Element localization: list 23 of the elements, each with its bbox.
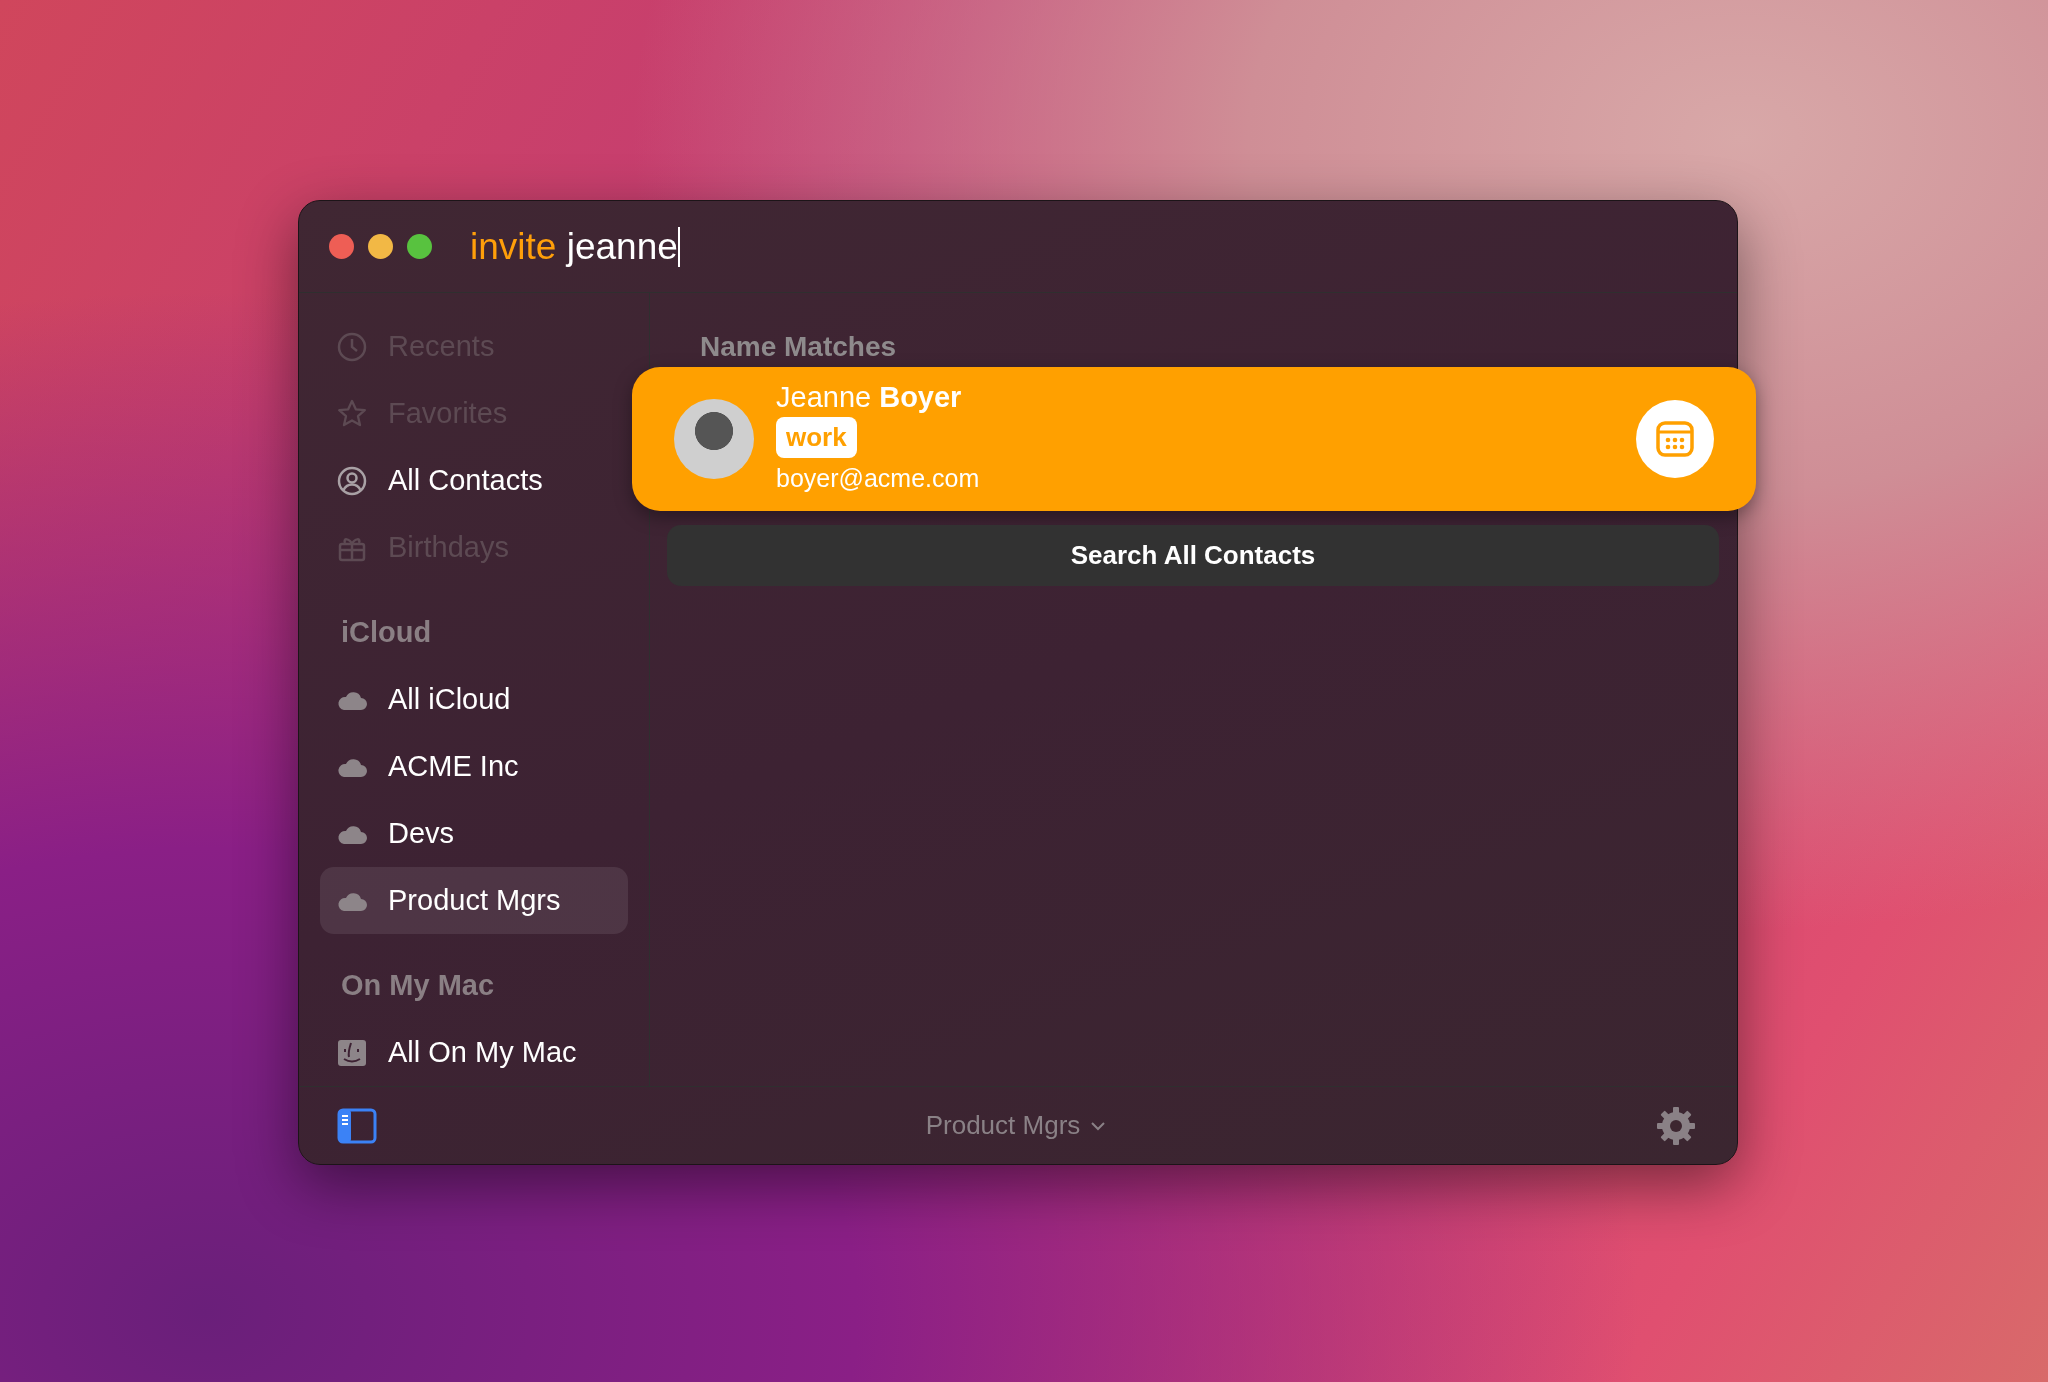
contact-name: Jeanne Boyer	[776, 380, 962, 416]
contact-tag: work	[776, 417, 857, 459]
sidebar-item[interactable]: Product Mgrs	[320, 867, 628, 934]
section-header: iCloud	[340, 614, 433, 650]
settings-icon[interactable]	[1655, 1104, 1697, 1147]
sidebar-item[interactable]: Devs	[320, 800, 628, 867]
sidebar-item[interactable]: ACME Inc	[320, 733, 628, 800]
sidebar-item[interactable]: All On My Mac	[320, 1019, 628, 1086]
sidebar-item[interactable]: All Contacts	[320, 447, 628, 514]
clock-icon	[336, 330, 368, 363]
group-dropdown[interactable]: Product Mgrs	[925, 1106, 1107, 1145]
sidebar-toggle-icon[interactable]	[337, 1107, 377, 1144]
chevron-down-icon	[1090, 1120, 1107, 1131]
section-header: On My Mac	[340, 967, 496, 1003]
section-header: Name Matches	[700, 333, 898, 361]
contact-email: boyer@acme.com	[776, 463, 980, 495]
search-field[interactable]: invite jeanne	[470, 218, 680, 275]
search-all-contacts-button[interactable]: Search All Contacts	[667, 525, 1719, 586]
person-icon	[336, 464, 368, 497]
minimize-button[interactable]	[368, 234, 393, 259]
zoom-button[interactable]	[407, 234, 432, 259]
close-button[interactable]	[329, 234, 354, 259]
sidebar-item[interactable]: All iCloud	[320, 666, 628, 733]
